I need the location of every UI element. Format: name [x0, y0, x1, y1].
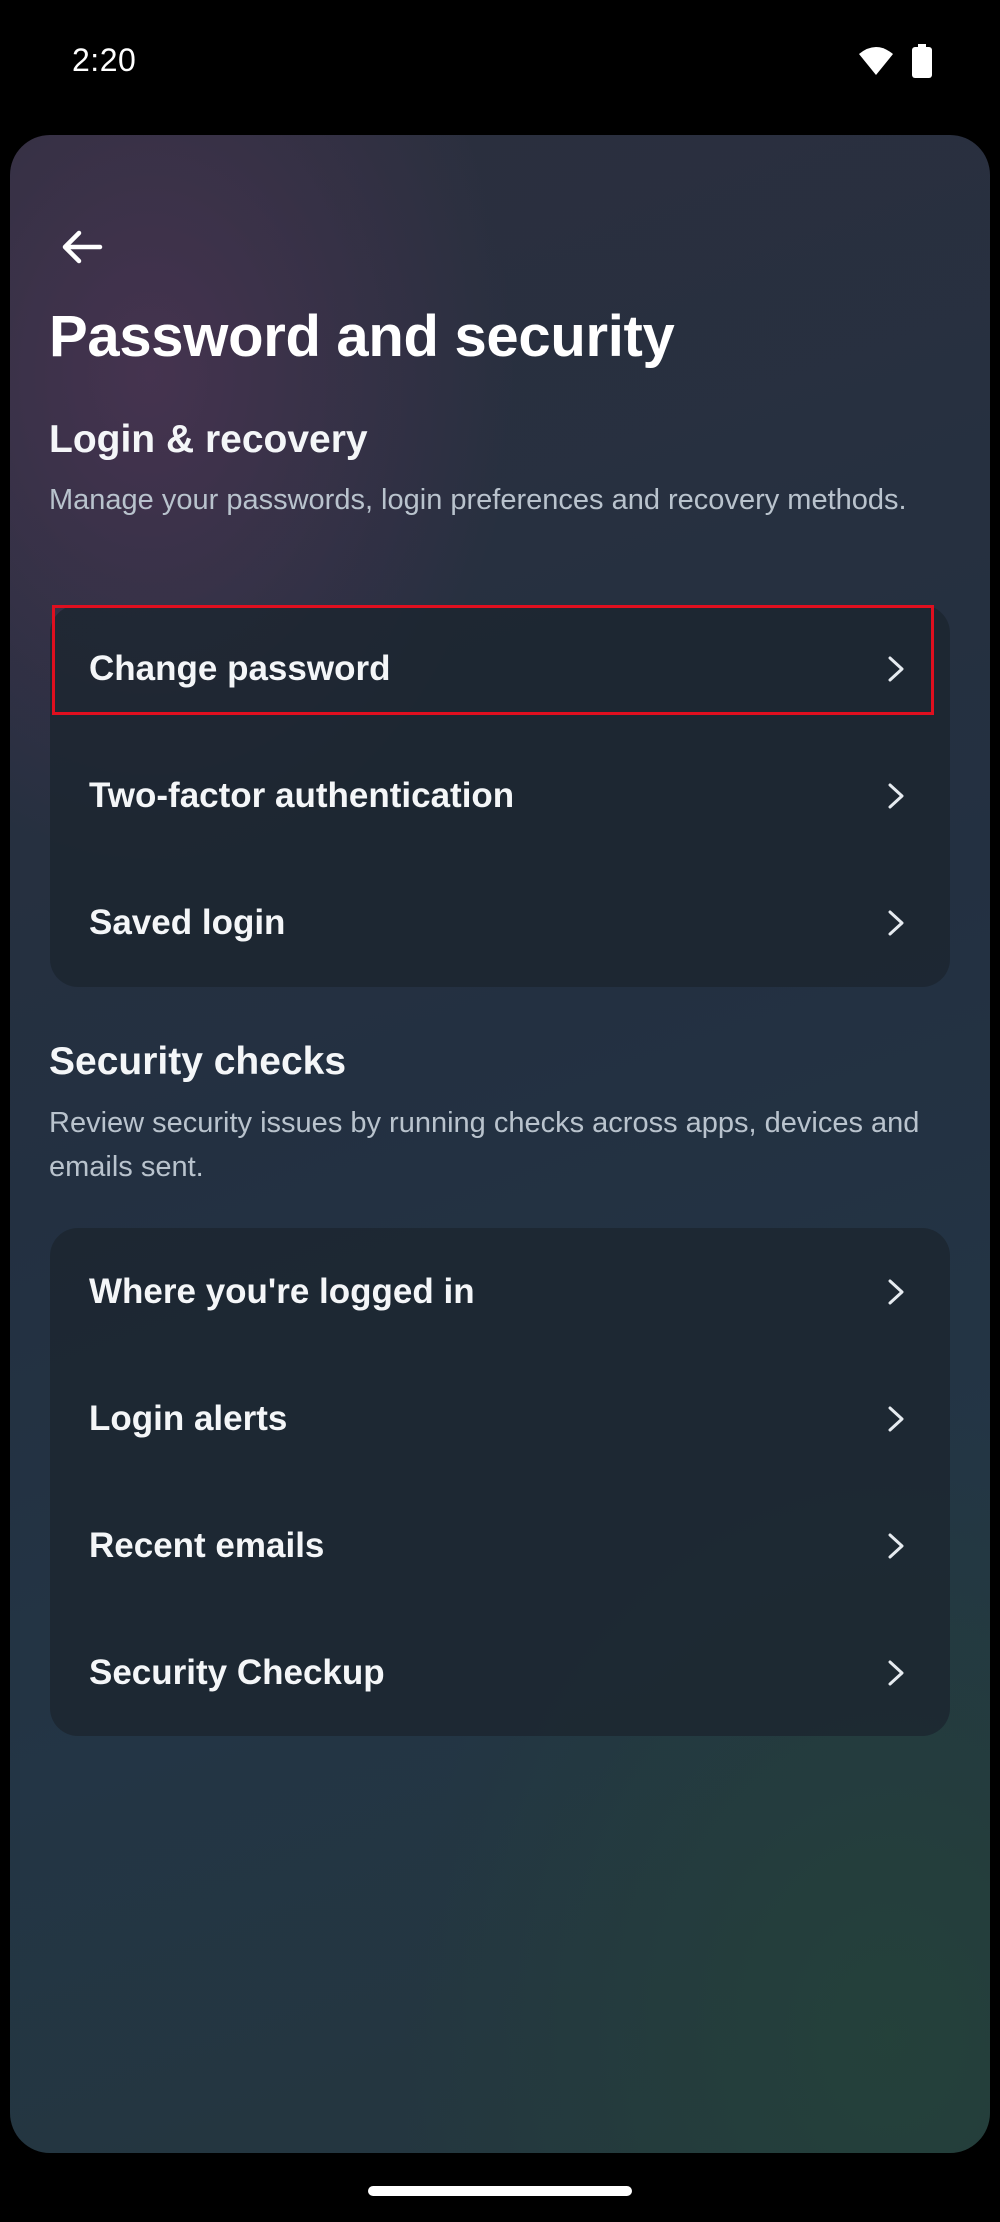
where-logged-in-item[interactable]: Where you're logged in: [50, 1228, 950, 1355]
status-bar: 2:20: [0, 0, 1000, 130]
section-heading-security-checks: Security checks: [49, 1040, 347, 1083]
section-description-security-checks: Review security issues by running checks…: [49, 1107, 920, 1183]
status-time: 2:20: [72, 42, 137, 78]
saved-login-item[interactable]: Saved login: [50, 859, 950, 986]
section-description-login-recovery: Manage your passwords, login preferences…: [49, 484, 907, 516]
recent-emails-label: Recent emails: [89, 1525, 325, 1565]
chevron-right-icon: [882, 1659, 910, 1687]
settings-sheet: Password and security Login & recovery M…: [10, 135, 990, 2153]
back-button[interactable]: [46, 213, 118, 285]
chevron-right-icon: [882, 782, 910, 810]
change-password-item[interactable]: Change password: [50, 605, 950, 732]
chevron-right-icon: [882, 655, 910, 683]
section-heading-login-recovery: Login & recovery: [49, 418, 368, 461]
security-checkup-item[interactable]: Security Checkup: [50, 1609, 950, 1736]
wifi-icon: [858, 46, 894, 81]
login-alerts-item[interactable]: Login alerts: [50, 1355, 950, 1482]
login-alerts-label: Login alerts: [89, 1398, 288, 1438]
security-checks-card: Where you're logged in Login alerts Rece…: [50, 1228, 950, 1736]
status-icons: [858, 44, 932, 83]
security-checkup-label: Security Checkup: [89, 1652, 385, 1692]
two-factor-authentication-item[interactable]: Two-factor authentication: [50, 732, 950, 859]
login-recovery-card: Change password Two-factor authenticatio…: [50, 605, 950, 987]
two-factor-authentication-label: Two-factor authentication: [89, 775, 515, 815]
where-logged-in-label: Where you're logged in: [89, 1271, 475, 1311]
battery-icon: [912, 44, 932, 83]
saved-login-label: Saved login: [89, 902, 286, 942]
home-indicator[interactable]: [368, 2186, 632, 2196]
chevron-right-icon: [882, 1278, 910, 1306]
recent-emails-item[interactable]: Recent emails: [50, 1482, 950, 1609]
page-title: Password and security: [49, 304, 675, 369]
chevron-right-icon: [882, 909, 910, 937]
chevron-right-icon: [882, 1532, 910, 1560]
arrow-left-icon: [60, 229, 104, 270]
change-password-label: Change password: [89, 648, 391, 688]
chevron-right-icon: [882, 1405, 910, 1433]
